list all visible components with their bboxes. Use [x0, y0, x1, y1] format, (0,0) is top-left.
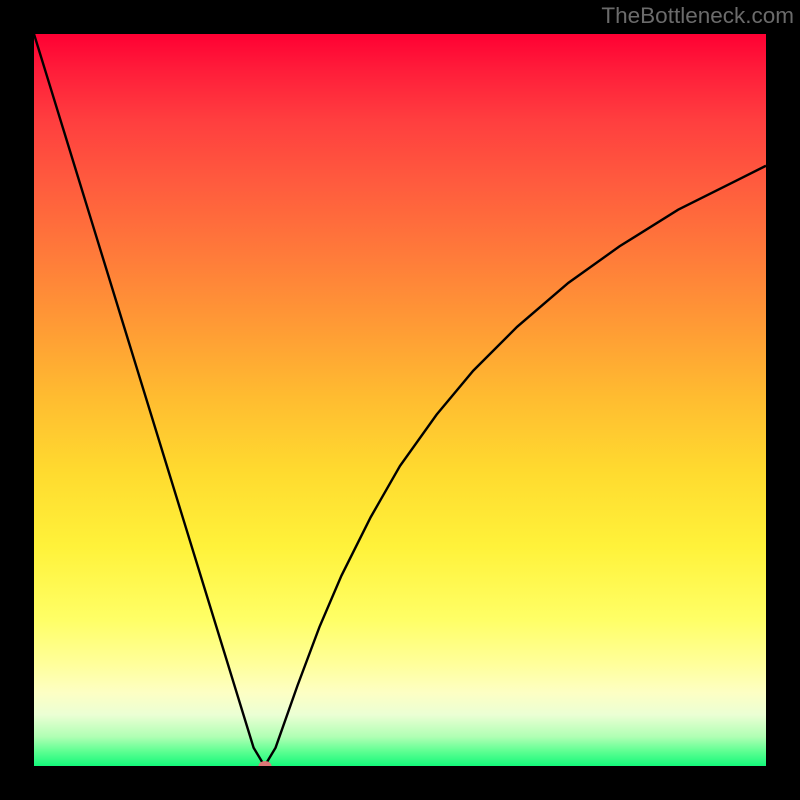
optimal-point-marker: [258, 761, 271, 766]
bottleneck-curve: [34, 34, 766, 766]
watermark-label: TheBottleneck.com: [601, 3, 794, 29]
plot-area: [34, 34, 766, 766]
chart-container: TheBottleneck.com: [0, 0, 800, 800]
